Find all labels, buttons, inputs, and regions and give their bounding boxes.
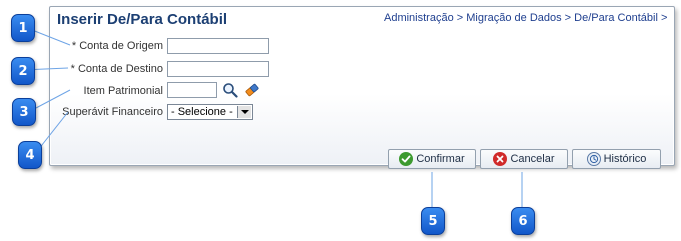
callout-badge-4: 4 [18,141,42,169]
callout-badge-3: 3 [12,98,36,126]
callout-badge-5: 5 [421,207,445,235]
callout-badge-6: 6 [511,207,535,235]
callout-connectors [21,25,523,209]
callout-badge-1: 1 [11,14,35,42]
callout-badge-2: 2 [11,57,35,85]
